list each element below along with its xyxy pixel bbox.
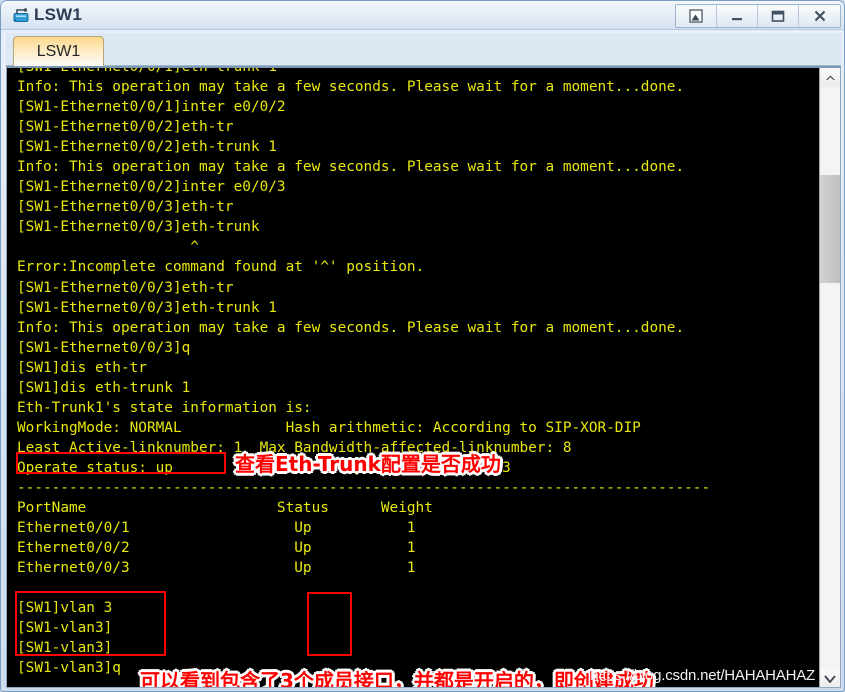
terminal-line: ^ — [17, 239, 199, 256]
minimize-button[interactable] — [717, 5, 758, 27]
terminal-line: [SW1-Ethernet0/0/3]eth-tr — [17, 199, 234, 216]
terminal-line: Error:Incomplete command found at '^' po… — [17, 259, 425, 276]
terminal-output: [SW1-Ethernet0/0/1]eth-trunk 1 Info: This… — [17, 68, 817, 678]
terminal-console[interactable]: [SW1-Ethernet0/0/1]eth-trunk 1 Info: This… — [7, 68, 819, 687]
terminal-line: [SW1-Ethernet0/0/3]eth-tr — [17, 279, 234, 296]
terminal-line: [SW1]dis eth-trunk 1 — [17, 379, 191, 396]
terminal-line: [SW1-vlan3] — [17, 640, 113, 657]
close-button[interactable] — [799, 5, 840, 27]
terminal-panel: [SW1-Ethernet0/0/1]eth-trunk 1 Info: This… — [6, 66, 841, 688]
title-bar[interactable]: LSW1 — [1, 1, 844, 30]
scroll-down-button[interactable] — [820, 669, 840, 687]
terminal-line: Ethernet0/0/3 Up 1 — [17, 560, 416, 577]
terminal-line: [SW1-Ethernet0/0/3]eth-trunk 1 — [17, 299, 277, 316]
terminal-line: [SW1-Ethernet0/0/1]eth-trunk 1 — [17, 68, 817, 77]
watermark-text: https://blog.csdn.net/HAHAHAHAZ — [590, 667, 815, 684]
scrollbar-track[interactable] — [820, 87, 840, 669]
switch-icon — [12, 6, 31, 25]
terminal-line: PortName Status Weight — [17, 500, 433, 517]
terminal-line: Info: This operation may take a few seco… — [17, 319, 685, 336]
scrollbar-thumb[interactable] — [820, 175, 840, 283]
chevron-up-icon — [825, 75, 835, 80]
tab-label: LSW1 — [36, 42, 81, 60]
window-title: LSW1 — [34, 5, 83, 24]
terminal-line: Info: This operation may take a few seco… — [17, 79, 685, 96]
vertical-scrollbar[interactable] — [819, 68, 840, 687]
terminal-line: WorkingMode: NORMAL Hash arithmetic: Acc… — [17, 419, 641, 436]
annotation-three-members: 可以看到包含了3个成员接口，并都是开启的，即创建成功 — [140, 669, 654, 688]
terminal-line: [SW1-Ethernet0/0/2]eth-trunk 1 — [17, 139, 277, 156]
terminal-line: [SW1]vlan 3 — [17, 600, 113, 617]
terminal-line: [SW1-Ethernet0/0/3]q — [17, 339, 191, 356]
annotation-check-config: 查看Eth-Trunk配置是否成功 — [235, 452, 501, 476]
terminal-line: Ethernet0/0/2 Up 1 — [17, 540, 416, 557]
terminal-line: [SW1-vlan3] — [17, 620, 113, 637]
terminal-line: Info: This operation may take a few seco… — [17, 159, 685, 176]
window-controls — [675, 4, 841, 28]
maximize-button[interactable] — [758, 5, 799, 27]
restore-down-button[interactable] — [676, 5, 717, 27]
terminal-line: [SW1-Ethernet0/0/1]inter e0/0/2 — [17, 99, 286, 116]
terminal-line: [SW1-Ethernet0/0/2]eth-tr — [17, 119, 234, 136]
terminal-line: Eth-Trunk1's state information is: — [17, 399, 312, 416]
terminal-line: [SW1-Ethernet0/0/3]eth-trunk — [17, 219, 260, 236]
terminal-line: ----------------------------------------… — [17, 479, 711, 496]
terminal-line: [SW1]dis eth-tr — [17, 359, 147, 376]
terminal-line: Ethernet0/0/1 Up 1 — [17, 520, 416, 537]
scroll-up-button[interactable] — [820, 68, 840, 87]
tab-strip: LSW1 — [6, 33, 841, 66]
tab-lsw1[interactable]: LSW1 — [13, 36, 104, 66]
chevron-down-icon — [824, 674, 836, 683]
terminal-line: [SW1-Ethernet0/0/2]inter e0/0/3 — [17, 179, 286, 196]
application-window: LSW1 LSW1 Info: This operation may take … — [0, 0, 845, 692]
